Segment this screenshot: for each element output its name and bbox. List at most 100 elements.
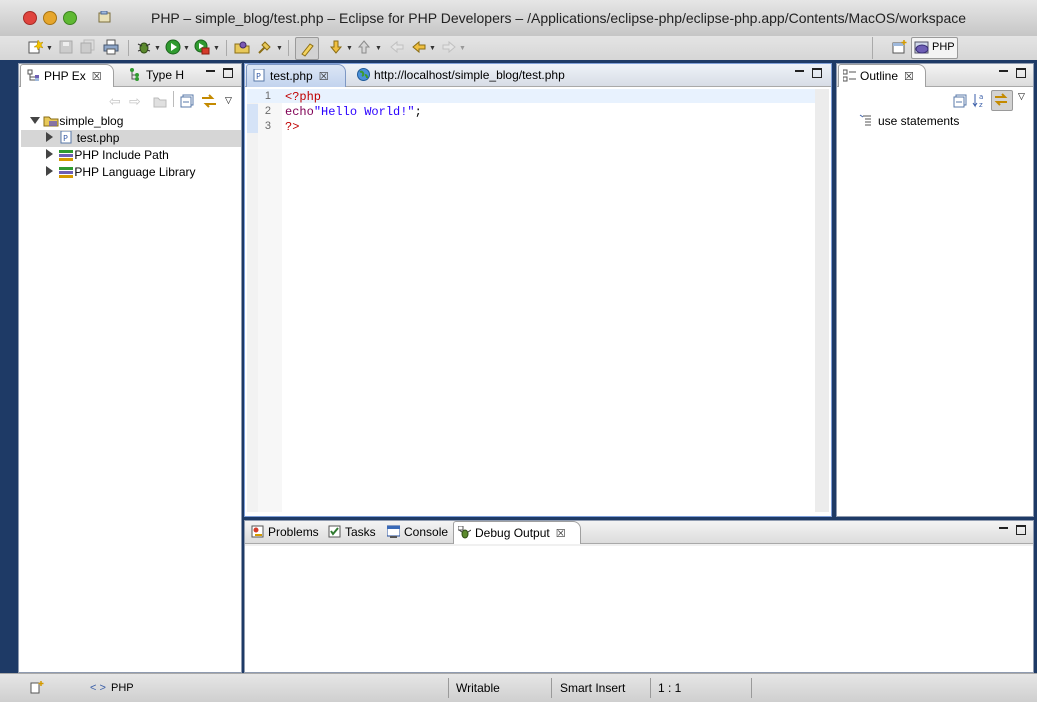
tree-item-test-php[interactable]: P test.php — [21, 130, 241, 147]
view-menu-icon[interactable]: ▽ — [1018, 91, 1025, 102]
tree-item-php-include-path[interactable]: PHP Include Path — [19, 147, 239, 164]
forward-icon — [441, 39, 457, 55]
current-line-highlight — [247, 89, 829, 103]
window-title: PHP – simple_blog/test.php – Eclipse for… — [150, 10, 967, 26]
status-bar: < > PHP Writable Smart Insert 1 : 1 — [0, 673, 1037, 702]
next-annotation-icon[interactable] — [328, 39, 344, 55]
outline-item-label: use statements — [878, 114, 960, 128]
up-folder-icon — [153, 94, 167, 108]
line-number: 3 — [264, 120, 271, 132]
open-perspective-icon[interactable] — [892, 39, 908, 55]
chevron-down-icon[interactable]: ▼ — [346, 45, 353, 52]
code-line[interactable]: <?php — [285, 90, 321, 104]
library-icon — [59, 167, 74, 178]
expand-arrow-icon[interactable] — [30, 117, 40, 124]
type-hierarchy-icon — [129, 66, 142, 81]
collapse-all-icon[interactable] — [953, 94, 967, 108]
maximize-view-button[interactable] — [1016, 525, 1026, 535]
fast-view-icon[interactable] — [30, 680, 44, 694]
open-type-icon[interactable] — [234, 39, 250, 55]
php-file-icon: P — [253, 67, 266, 82]
cursor-position: 1 : 1 — [658, 681, 682, 695]
expand-arrow-icon[interactable] — [46, 132, 53, 142]
close-tab-icon[interactable]: ☒ — [92, 66, 102, 88]
outline-item-use-statements[interactable]: use statements — [837, 113, 1027, 130]
debug-icon[interactable] — [136, 39, 152, 55]
back-nav-icon: ⇦ — [109, 93, 121, 109]
expand-arrow-icon[interactable] — [46, 149, 53, 159]
content-type-icon: < > — [90, 682, 106, 694]
tab-console-label: Console — [404, 525, 449, 539]
code-token: echo — [285, 105, 314, 119]
forward-nav-icon: ⇨ — [129, 93, 141, 109]
tab-test-php[interactable]: Ptest.php ☒ — [246, 64, 346, 87]
tab-problems-label: Problems — [268, 525, 319, 539]
toggle-mark-occurrences-button[interactable] — [295, 37, 319, 60]
minimize-view-button[interactable] — [206, 70, 215, 72]
tree-root-simple-blog[interactable]: simple_blog — [19, 113, 239, 130]
tab-type-hierarchy[interactable]: Type H — [123, 64, 203, 86]
minimize-view-button[interactable] — [999, 70, 1008, 72]
minimize-view-button[interactable] — [999, 527, 1008, 529]
maximize-view-button[interactable] — [223, 68, 233, 78]
view-min-max-controls — [206, 68, 233, 81]
expand-arrow-icon[interactable] — [46, 166, 53, 176]
minimize-view-button[interactable] — [795, 70, 804, 72]
print-icon[interactable] — [103, 39, 119, 55]
php-perspective-icon — [914, 41, 929, 54]
tab-php-explorer[interactable]: PHP Ex ☒ — [20, 64, 114, 87]
close-tab-icon[interactable]: ☒ — [319, 66, 329, 88]
chevron-down-icon[interactable]: ▼ — [46, 45, 53, 52]
main-toolbar: ▼ ▼ ▼ ▼ ▼ ▼ ▼ ▼ ▼ PHP — [0, 36, 1037, 60]
collapse-all-icon[interactable] — [180, 94, 194, 108]
line-number: 1 — [264, 90, 271, 102]
tab-console[interactable]: Console — [385, 521, 451, 543]
close-tab-icon[interactable]: ☒ — [556, 523, 566, 545]
back-icon[interactable] — [411, 39, 427, 55]
tree-item-label: PHP Language Library — [74, 165, 196, 179]
window-title-bar[interactable]: PHP – simple_blog/test.php – Eclipse for… — [0, 0, 1037, 37]
last-edit-location-icon — [389, 39, 405, 55]
tab-browser-localhost[interactable]: http://localhost/simple_blog/test.php — [351, 64, 611, 86]
outline-tab-bar: Outline ☒ — [837, 64, 1033, 87]
writable-status: Writable — [456, 681, 500, 695]
maximize-view-button[interactable] — [812, 68, 822, 78]
view-menu-icon[interactable]: ▽ — [225, 95, 232, 106]
outline-panel: Outline ☒ az ▽ use statements — [836, 63, 1034, 517]
tab-debug-output[interactable]: Debug Output ☒ — [453, 521, 581, 544]
overview-ruler[interactable] — [815, 89, 829, 512]
tab-debug-output-label: Debug Output — [475, 526, 550, 540]
use-statements-icon — [859, 114, 871, 126]
tree-item-php-language-library[interactable]: PHP Language Library — [19, 164, 239, 181]
maximize-view-button[interactable] — [1016, 68, 1026, 78]
run-icon[interactable] — [165, 39, 181, 55]
chevron-down-icon: ▼ — [459, 45, 466, 52]
php-project-icon — [43, 116, 59, 127]
tab-problems[interactable]: Problems — [247, 521, 323, 543]
link-with-editor-toggle[interactable] — [991, 90, 1013, 111]
code-line[interactable]: ?> — [285, 120, 299, 134]
link-with-editor-icon[interactable] — [201, 93, 217, 109]
bottom-tab-bar: Problems Tasks Console Debug Output ☒ — [245, 521, 1033, 544]
tab-tasks[interactable]: Tasks — [325, 521, 383, 543]
close-tab-icon[interactable]: ☒ — [904, 66, 914, 88]
chevron-down-icon[interactable]: ▼ — [276, 45, 283, 52]
external-tools-icon[interactable] — [194, 39, 210, 55]
search-tool-icon[interactable] — [257, 39, 273, 55]
chevron-down-icon[interactable]: ▼ — [154, 45, 161, 52]
sort-icon[interactable]: az — [972, 92, 988, 109]
php-file-icon: P — [60, 130, 72, 144]
code-line[interactable]: echo"Hello World!"; — [285, 105, 422, 119]
chevron-down-icon[interactable]: ▼ — [183, 45, 190, 52]
chevron-down-icon[interactable]: ▼ — [213, 45, 220, 52]
chevron-down-icon[interactable]: ▼ — [429, 45, 436, 52]
tab-outline[interactable]: Outline ☒ — [838, 64, 926, 87]
php-perspective-button[interactable]: PHP — [911, 37, 958, 59]
annotation-ruler[interactable] — [247, 89, 258, 512]
new-wizard-icon[interactable] — [27, 39, 44, 55]
tab-test-php-label: test.php — [270, 69, 313, 83]
previous-annotation-icon[interactable] — [356, 39, 372, 55]
php-explorer-tab-bar: PHP Ex ☒ Type H — [19, 64, 241, 87]
svg-text:z: z — [979, 101, 983, 108]
chevron-down-icon[interactable]: ▼ — [375, 45, 382, 52]
